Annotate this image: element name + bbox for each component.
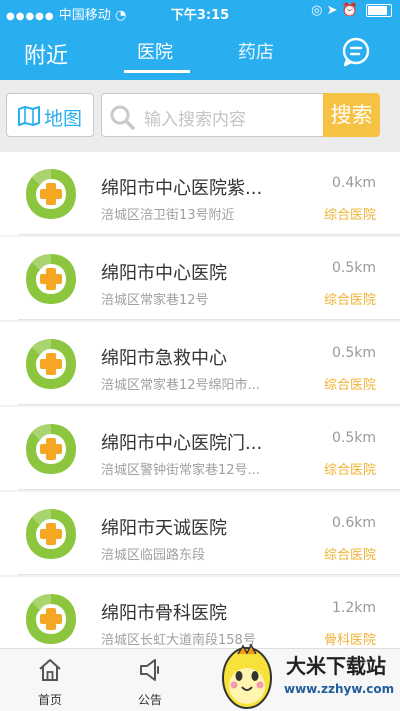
map-button[interactable]: 地图: [6, 93, 94, 137]
hospital-list-item[interactable]: 绵阳市天诚医院涪城区临园路东段 0.6km 综合医院: [0, 492, 400, 575]
tab-pharmacy[interactable]: 药店: [238, 38, 274, 64]
row-divider: [18, 574, 400, 575]
hospital-type: 综合医院: [323, 208, 376, 223]
message-button[interactable]: [340, 36, 372, 68]
hospital-list-item[interactable]: 绵阳市中心医院门... 涪城区警钟街常家巷12号... 0.5km 综合医院: [0, 407, 400, 490]
map-button-label: 地图: [44, 108, 83, 130]
hospital-address: 涪城区警钟街常家巷12号...: [101, 463, 260, 478]
nav-home-label: 首页: [37, 693, 62, 707]
active-tab-indicator: [124, 70, 190, 73]
search-button[interactable]: 搜索: [323, 93, 380, 137]
megaphone-icon: [140, 659, 159, 681]
home-icon: [39, 659, 61, 681]
hospital-address: 涪城区常家巷12号绵阳市...: [101, 378, 260, 393]
hospital-list-item[interactable]: 绵阳市急救中心涪城区常家巷12号绵阳市... 0.5km 综合医院: [0, 322, 400, 405]
hospital-type: 综合医院: [323, 378, 376, 393]
hospital-logo-icon: [26, 424, 76, 474]
map-icon: [18, 106, 40, 126]
nav-home[interactable]: 首页: [5, 649, 95, 711]
hospital-logo-icon: [26, 509, 76, 559]
hospital-name: 绵阳市天诚医院: [101, 518, 227, 539]
hospital-type: 综合医院: [323, 463, 376, 478]
hospital-name: 绵阳市骨科医院: [101, 603, 227, 624]
location-icon: ➤: [326, 3, 338, 18]
nav-notice-label: 公告: [137, 693, 162, 707]
status-bar: ●●●●● 中国移动 ◔ 下午3:15 ◎ ➤ ⏰: [0, 0, 400, 24]
chat-bubble-icon: [342, 37, 370, 67]
row-divider: [18, 489, 400, 490]
egg-mascot-icon: [222, 643, 272, 709]
hospital-logo-icon: [26, 254, 76, 304]
hospital-logo-icon: [26, 339, 76, 389]
hospital-distance: 0.5km: [331, 345, 376, 361]
hospital-distance: 0.5km: [331, 260, 376, 276]
watermark-title: 大米下载站: [286, 654, 386, 678]
hospital-name: 绵阳市中心医院紫...: [101, 178, 263, 199]
hospital-distance: 0.4km: [331, 175, 376, 191]
search-placeholder: 输入搜索内容: [144, 110, 246, 130]
hospital-list-item[interactable]: 绵阳市中心医院涪城区常家巷12号 0.5km 综合医院: [0, 237, 400, 320]
hospital-distance: 0.5km: [331, 430, 376, 446]
hospital-logo-icon: [26, 594, 76, 644]
hospital-name: 绵阳市急救中心: [101, 348, 227, 369]
hospital-type: 综合医院: [323, 293, 376, 308]
alarm-icon: ⏰: [341, 3, 358, 18]
hospital-distance: 0.6km: [331, 515, 376, 531]
row-divider: [18, 234, 400, 235]
hospital-address: 涪城区涪卫街13号附近: [101, 208, 235, 223]
hospital-type: 综合医院: [323, 548, 376, 563]
row-divider: [18, 319, 400, 320]
lock-rotation-icon: ◎: [311, 3, 323, 18]
row-divider: [18, 404, 400, 405]
hospital-address: 涪城区临园路东段: [101, 548, 206, 563]
hospital-name: 绵阳市中心医院门...: [101, 433, 263, 454]
hospital-logo-icon: [26, 169, 76, 219]
hospital-address: 涪城区常家巷12号: [101, 293, 209, 308]
hospital-name: 绵阳市中心医院: [101, 263, 227, 284]
watermark-url: www.zzhyw.com: [284, 682, 395, 696]
app-header: ●●●●● 中国移动 ◔ 下午3:15 ◎ ➤ ⏰ 附近 医院 药店: [0, 0, 400, 80]
nav-notice[interactable]: 公告: [105, 649, 195, 711]
hospital-distance: 1.2km: [331, 600, 376, 616]
search-input[interactable]: 输入搜索内容: [101, 93, 323, 137]
search-icon: [110, 105, 135, 130]
nearby-title: 附近: [24, 44, 69, 69]
hospital-list-item[interactable]: 绵阳市中心医院紫... 涪城区涪卫街13号附近 0.4km 综合医院: [0, 152, 400, 235]
tab-hospital[interactable]: 医院: [137, 38, 173, 64]
watermark: 大米下载站 www.zzhyw.com: [212, 640, 400, 710]
status-right: ◎ ➤ ⏰: [311, 3, 392, 18]
battery-icon: [366, 4, 392, 17]
